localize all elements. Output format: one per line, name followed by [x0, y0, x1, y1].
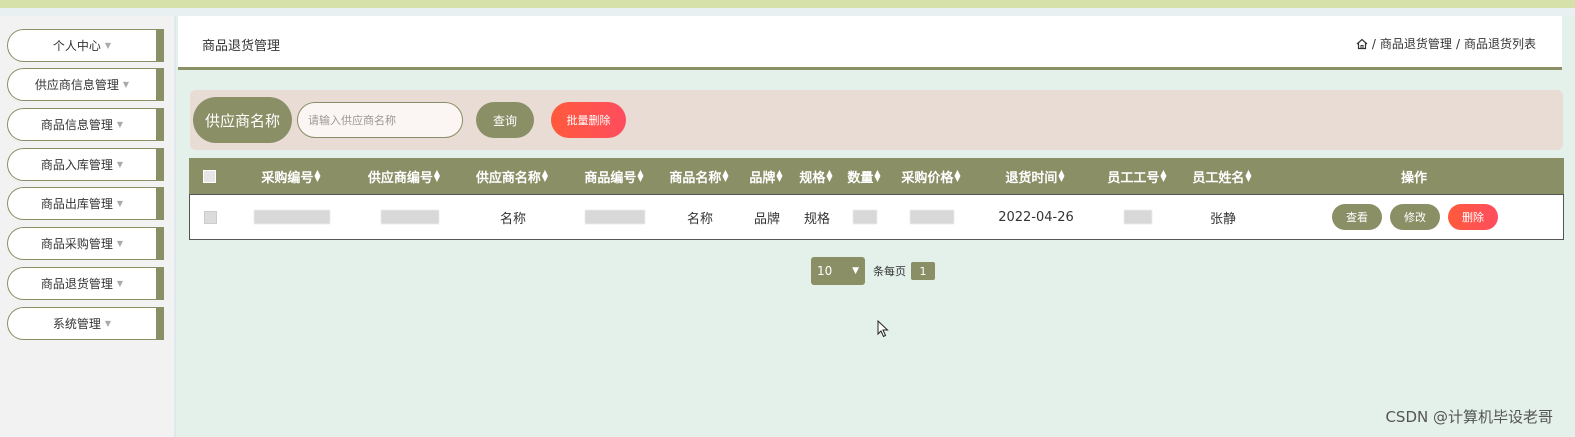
column-header-brand[interactable]: 品牌 ▲ ▼	[741, 158, 791, 194]
sort-icon: ▲ ▼	[954, 168, 961, 183]
cell-staff-no-redacted	[1110, 195, 1166, 239]
caret-down-icon: ▼	[116, 199, 124, 208]
query-button[interactable]: 查询	[476, 102, 534, 138]
batch-delete-button[interactable]: 批量删除	[551, 102, 626, 138]
page-size-value: 10	[817, 264, 833, 278]
sort-icon: ▲ ▼	[314, 168, 321, 183]
sidebar-item-product-info[interactable]: 商品信息管理 ▼	[7, 108, 164, 141]
column-header-supplier-no[interactable]: 供应商编号 ▲ ▼	[354, 158, 454, 194]
caret-down-icon: ▼	[116, 120, 124, 129]
cell-product-no-redacted	[565, 195, 665, 239]
cell-purchase-no-redacted	[242, 195, 342, 239]
caret-down-icon: ▼	[122, 80, 130, 89]
cell-supplier-name: 名称	[499, 211, 526, 227]
sidebar-item-label: 商品入库管理	[40, 158, 113, 172]
cell-return-time: 2022-04-26	[998, 209, 1074, 225]
column-header-quantity[interactable]: 数量 ▲ ▼	[839, 158, 889, 194]
sidebar-item-label: 商品出库管理	[40, 197, 113, 211]
sidebar-item-label: 个人中心	[52, 39, 101, 53]
column-header-staff-name[interactable]: 员工姓名 ▲ ▼	[1182, 158, 1262, 194]
sort-icon: ▲ ▼	[874, 168, 881, 183]
column-header-purchase-price[interactable]: 采购价格 ▲ ▼	[891, 158, 971, 194]
sidebar-item-label: 系统管理	[52, 317, 101, 331]
breadcrumb-separator: /	[1455, 36, 1460, 51]
top-strip-secondary	[0, 8, 1575, 16]
sidebar: 个人中心 ▼ 供应商信息管理 ▼ 商品信息管理 ▼ 商品入库管理 ▼ 商品出库管理 ▼ 商…	[0, 16, 176, 437]
chevron-down-icon: ▼	[852, 266, 859, 276]
data-table: 采购编号 ▲ ▼ 供应商编号 ▲ ▼ 供应商名称 ▲ ▼ 商品编号 ▲ ▼ 商品名称 ▲ ▼ 品牌 ▲…	[189, 158, 1564, 240]
edit-button[interactable]: 修改	[1390, 204, 1440, 230]
sidebar-item-system[interactable]: 系统管理 ▼	[7, 307, 164, 340]
sort-icon: ▲ ▼	[722, 168, 729, 183]
sort-icon: ▲ ▼	[1245, 168, 1252, 183]
column-header-product-no[interactable]: 商品编号 ▲ ▼	[564, 158, 664, 194]
column-header-supplier-name[interactable]: 供应商名称 ▲ ▼	[462, 158, 562, 194]
page-size-select[interactable]: 10 ▼	[811, 257, 865, 285]
column-header-staff-no[interactable]: 员工工号 ▲ ▼	[1094, 158, 1180, 194]
view-button[interactable]: 查看	[1332, 204, 1382, 230]
per-page-label: 条每页	[873, 265, 906, 278]
cell-product-name: 名称	[686, 211, 713, 227]
cell-quantity-redacted	[845, 195, 885, 239]
sort-icon: ▲ ▼	[541, 168, 549, 183]
cell-price-redacted	[902, 195, 962, 239]
sort-icon: ▲ ▼	[637, 168, 644, 183]
page-number-current[interactable]: 1	[911, 262, 935, 280]
sidebar-item-personal-center[interactable]: 个人中心 ▼	[7, 29, 164, 62]
caret-down-icon: ▼	[104, 41, 112, 50]
column-header-product-name[interactable]: 商品名称 ▲ ▼	[651, 158, 747, 194]
breadcrumb: / 商品退货管理 / 商品退货列表	[1356, 35, 1536, 52]
column-header-return-time[interactable]: 退货时间 ▲ ▼	[989, 158, 1081, 194]
sort-icon: ▲ ▼	[826, 168, 833, 183]
top-strip	[0, 0, 1575, 8]
column-header-spec[interactable]: 规格 ▲ ▼	[791, 158, 841, 194]
sort-icon: ▲ ▼	[433, 168, 441, 183]
watermark: CSDN @计算机毕设老哥	[1385, 408, 1553, 426]
sort-icon: ▲ ▼	[1160, 168, 1167, 183]
column-header-purchase-no[interactable]: 采购编号 ▲ ▼	[241, 158, 341, 194]
breadcrumb-item-current: 商品退货列表	[1463, 37, 1536, 51]
pagination: 10 ▼ 条每页 1	[811, 257, 935, 285]
row-checkbox[interactable]	[202, 195, 218, 239]
breadcrumb-item-returns[interactable]: 商品退货管理	[1380, 35, 1452, 52]
cell-staff-name: 张静	[1209, 211, 1236, 227]
sidebar-item-purchase[interactable]: 商品采购管理 ▼	[7, 227, 164, 260]
table-row: 名称 名称 品牌 规格 2022-04-26 张静 查看 修改 删除	[189, 194, 1564, 240]
page-title: 商品退货管理	[202, 39, 281, 54]
search-panel: 供应商名称 查询 批量删除	[190, 90, 1563, 150]
sidebar-item-label: 供应商信息管理	[34, 78, 119, 92]
sidebar-item-stock-in[interactable]: 商品入库管理 ▼	[7, 148, 164, 181]
sidebar-item-label: 商品信息管理	[40, 118, 113, 132]
caret-down-icon: ▼	[116, 279, 124, 288]
sidebar-item-label: 商品采购管理	[40, 237, 113, 251]
sidebar-item-label: 商品退货管理	[40, 277, 113, 291]
column-header-actions: 操作	[1400, 170, 1427, 186]
cell-supplier-no-redacted	[360, 195, 460, 239]
cell-spec: 规格	[803, 211, 830, 227]
home-icon[interactable]	[1356, 38, 1368, 50]
table-header: 采购编号 ▲ ▼ 供应商编号 ▲ ▼ 供应商名称 ▲ ▼ 商品编号 ▲ ▼ 商品名称 ▲ ▼ 品牌 ▲…	[189, 158, 1564, 194]
mouse-cursor-icon	[877, 320, 889, 338]
sort-icon: ▲ ▼	[1058, 168, 1065, 183]
cell-brand: 品牌	[753, 211, 780, 227]
breadcrumb-separator: /	[1371, 36, 1376, 51]
page-header: 商品退货管理 / 商品退货管理 / 商品退货列表	[178, 16, 1562, 70]
sidebar-item-supplier-info[interactable]: 供应商信息管理 ▼	[7, 68, 164, 101]
supplier-name-input[interactable]	[297, 102, 463, 138]
search-label: 供应商名称	[193, 97, 292, 143]
cell-actions: 查看 修改 删除	[1310, 195, 1520, 239]
caret-down-icon: ▼	[104, 319, 112, 328]
sort-icon: ▲ ▼	[776, 168, 783, 183]
sidebar-item-returns[interactable]: 商品退货管理 ▼	[7, 267, 164, 300]
delete-button[interactable]: 删除	[1448, 204, 1498, 230]
sidebar-item-stock-out[interactable]: 商品出库管理 ▼	[7, 187, 164, 220]
caret-down-icon: ▼	[116, 160, 124, 169]
select-all-checkbox[interactable]	[201, 158, 217, 194]
caret-down-icon: ▼	[116, 239, 124, 248]
